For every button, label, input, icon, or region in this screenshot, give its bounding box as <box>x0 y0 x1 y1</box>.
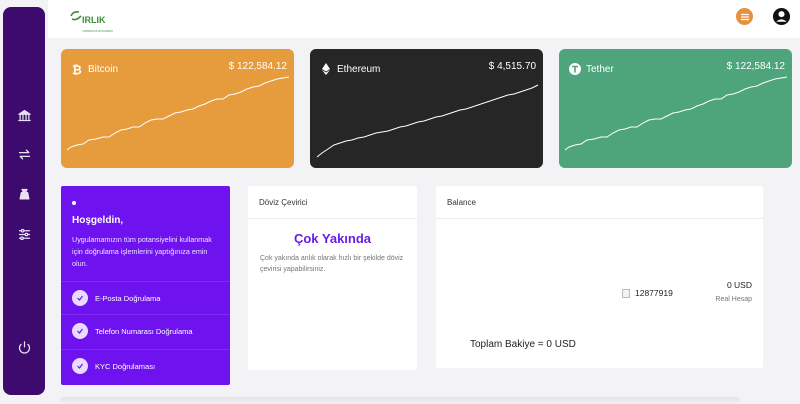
panel-title: Döviz Çevirici <box>248 186 417 219</box>
bitcoin-icon: ₿ <box>72 63 82 75</box>
welcome-title: Hoşgeldin, <box>72 215 124 226</box>
verification-label: E-Posta Doğrulama <box>95 293 161 303</box>
verification-label: KYC Doğrulaması <box>95 361 156 371</box>
check-icon <box>72 323 88 339</box>
currency-converter-panel: Döviz Çevirici Çok Yakında Çok yakında a… <box>248 186 417 370</box>
logo-text: IRLIK <box>82 15 106 25</box>
coin-price: $ 4,515.70 <box>488 61 536 72</box>
check-icon <box>72 290 88 306</box>
email-verification-item[interactable]: E-Posta Doğrulama <box>61 281 230 314</box>
coming-soon-title: Çok Yakında <box>293 231 372 246</box>
coming-soon-text: Çok yakında anlık olarak hızlı bir şekil… <box>260 255 404 273</box>
sliders-icon[interactable] <box>14 224 34 244</box>
phone-verification-item[interactable]: Telefon Numarası Doğrulama <box>61 314 230 347</box>
account-balance: 0 USD <box>726 280 752 290</box>
coin-price: $ 122,584.12 <box>228 61 287 72</box>
transfer-icon[interactable] <box>14 144 34 164</box>
coin-name: Ethereum <box>337 64 381 75</box>
account-id: 12877919 <box>635 288 673 298</box>
coin-name: Tether <box>586 64 614 75</box>
coin-price: $ 122,584.12 <box>726 61 785 72</box>
bitcoin-card[interactable]: ₿ Bitcoin $ 122,584.12 <box>61 49 294 168</box>
logo-mark-icon <box>70 11 82 21</box>
logo-text-group: IRLIK YATIRIM PLATFORMU <box>82 10 113 34</box>
coin-name: Bitcoin <box>88 64 119 75</box>
tether-card[interactable]: Tether $ 122,584.12 <box>559 49 792 168</box>
user-circle-icon[interactable] <box>772 7 791 26</box>
power-icon[interactable] <box>14 337 34 357</box>
bottom-shadow-bar <box>60 397 740 404</box>
balance-panel: Balance 12877919 0 USD Real Hesap Toplam… <box>436 186 763 368</box>
svg-text:₿: ₿ <box>72 63 82 75</box>
verification-label: Telefon Numarası Doğrulama <box>95 326 193 336</box>
ethereum-card[interactable]: Ethereum $ 4,515.70 <box>310 49 543 168</box>
list-menu-button[interactable] <box>736 8 753 25</box>
logo[interactable]: IRLIK YATIRIM PLATFORMU <box>70 10 113 33</box>
sidebar <box>3 7 45 395</box>
kyc-verification-item[interactable]: KYC Doğrulaması <box>61 349 230 382</box>
topbar: IRLIK YATIRIM PLATFORMU <box>48 0 800 38</box>
tether-icon <box>569 63 581 75</box>
account-type: Real Hesap <box>715 296 752 303</box>
logo-subtext: YATIRIM PLATFORMU <box>82 29 113 33</box>
panel-title: Balance <box>436 186 763 219</box>
money-bag-icon[interactable] <box>14 184 34 204</box>
account-image-icon <box>622 289 630 298</box>
check-icon <box>72 358 88 374</box>
welcome-panel: Hoşgeldin, Uygulamamızın tüm potansiyeli… <box>61 186 230 385</box>
total-balance: Toplam Bakiye = 0 USD <box>470 339 576 350</box>
bank-icon[interactable] <box>14 105 34 125</box>
welcome-text: Uygulamamızın tüm potansiyelini kullanma… <box>72 235 212 268</box>
ethereum-icon <box>322 63 330 75</box>
list-icon <box>740 13 749 20</box>
welcome-dot <box>72 201 76 205</box>
